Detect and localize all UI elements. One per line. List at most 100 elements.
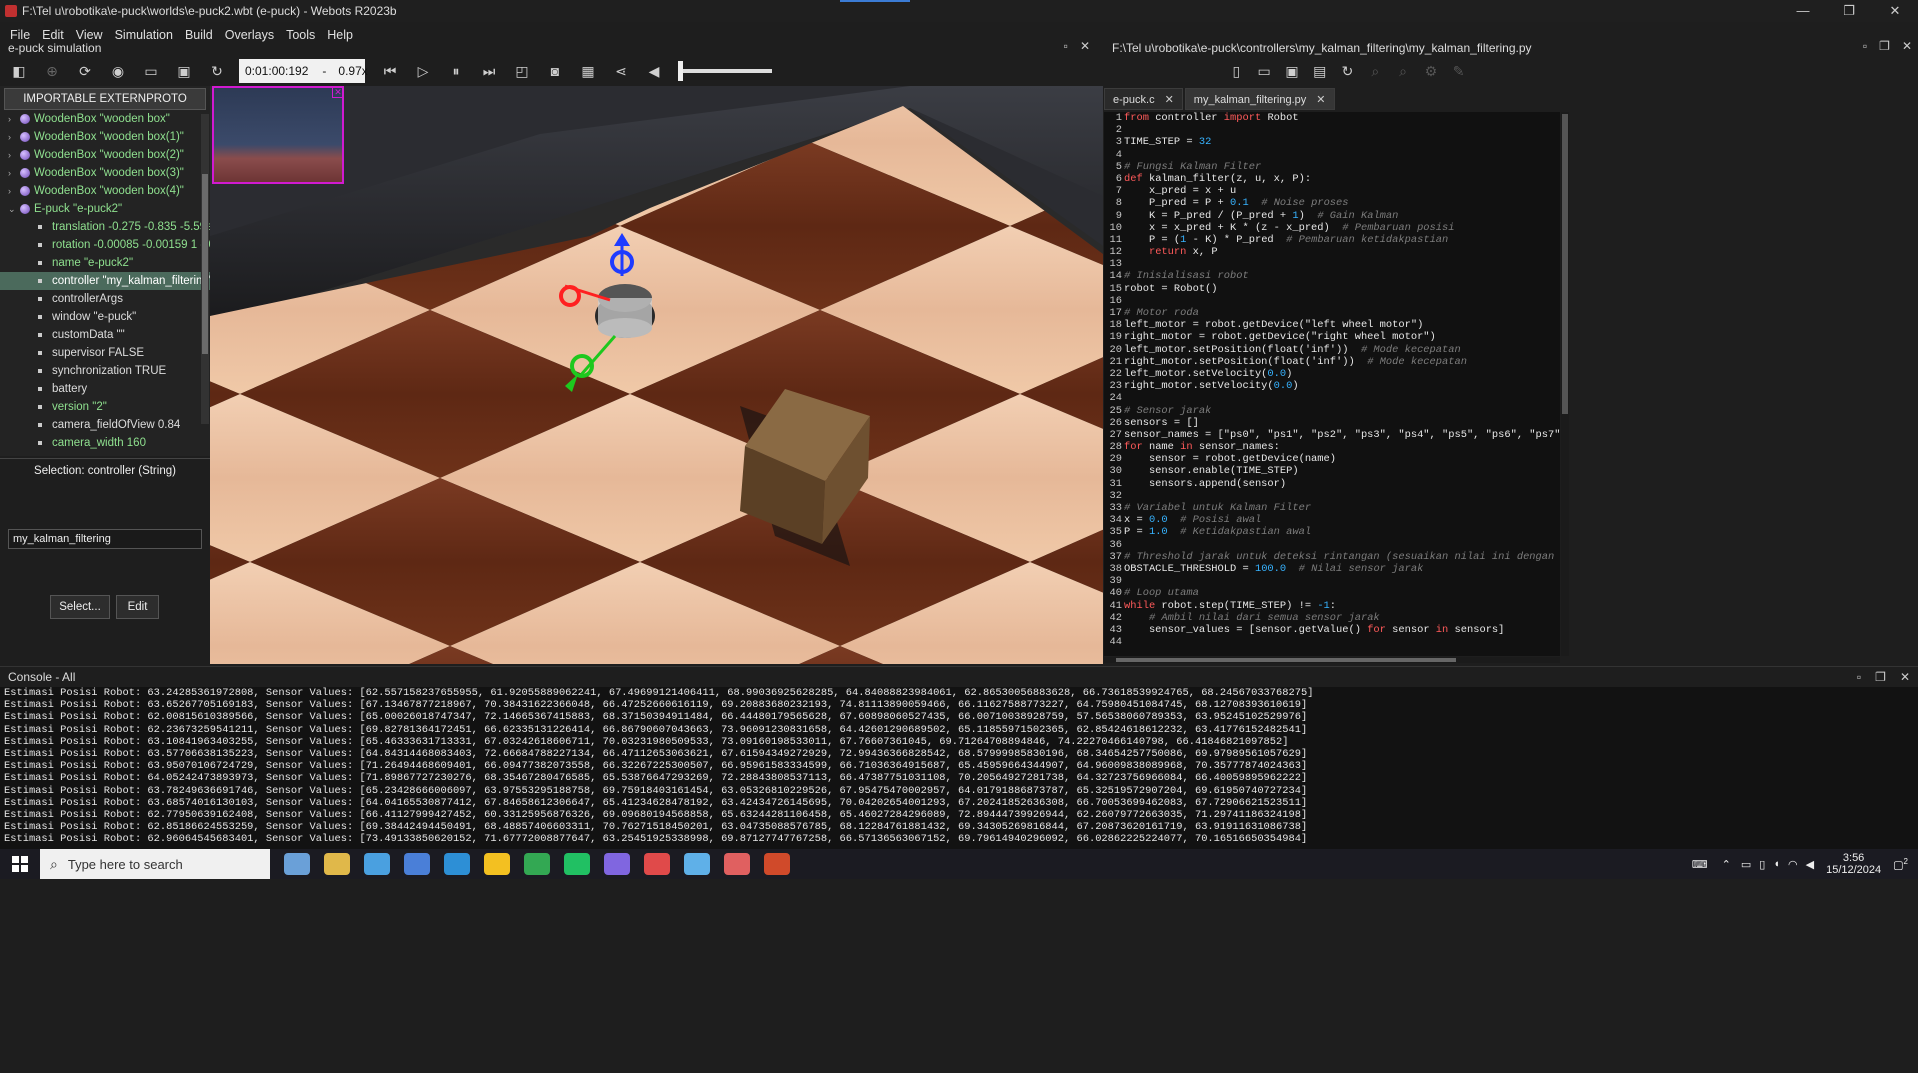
reset-simulation-icon[interactable]: ⏮ [379,60,401,82]
code-vertical-scrollbar[interactable] [1561,112,1569,656]
camera-overlay[interactable]: ✕ [212,86,344,184]
field-value-input[interactable]: my_kalman_filtering [8,529,202,549]
minimize-button[interactable]: — [1780,0,1826,22]
open-file-icon[interactable]: ▭ [1256,60,1273,82]
collapsed-arrow-icon[interactable]: › [8,128,11,146]
scene-tree-field[interactable]: controller "my_kalman_filtering" [0,272,210,290]
keyboard-icon[interactable]: ⌨ [1692,858,1708,871]
add-node-icon[interactable]: ⊕ [41,60,63,82]
scene-tree-field[interactable]: controllerArgs [0,290,210,308]
close-button[interactable]: ✕ [1872,0,1918,22]
taskbar-app-icon[interactable] [724,853,750,875]
scene-tree-field[interactable]: name "e-puck2" [0,254,210,272]
screenshot-icon[interactable]: ◙ [544,60,566,82]
taskbar-app-icon[interactable] [684,853,710,875]
clock[interactable]: 3:56 15/12/2024 [1826,852,1881,876]
scene-tree-field[interactable]: window "e-puck" [0,308,210,326]
volume-icon[interactable]: ◀ [1806,858,1814,871]
scene-tree-field[interactable]: translation -0.275 -0.835 -5.59e-05 [0,218,210,236]
code-vertical-scroll-thumb[interactable] [1562,114,1568,414]
scene-tree-field[interactable]: camera_width 160 [0,434,210,452]
code-editor[interactable]: 1 from controller import Robot 2 3 TIME_STEP… [1104,112,1560,656]
scene-tree-field[interactable]: synchronization TRUE [0,362,210,380]
revert-icon[interactable]: ↻ [1339,60,1356,82]
replace-icon[interactable]: ⌕ [1395,60,1412,82]
close-panel-icon[interactable]: ✕ [1080,39,1090,53]
render-toggle-icon[interactable]: ◰ [511,60,533,82]
scene-tree-header[interactable]: IMPORTABLE EXTERNPROTO [4,88,206,110]
collapsed-arrow-icon[interactable]: › [8,164,11,182]
console-maximize-icon[interactable]: ❐ [1875,667,1886,687]
network-icon[interactable]: ▭ [1741,858,1751,871]
scene-tree-field[interactable]: battery [0,380,210,398]
editor-float-icon[interactable]: ▫ [1863,39,1867,53]
record-movie-icon[interactable]: ▦ [577,60,599,82]
start-button[interactable] [0,849,40,879]
open-world-icon[interactable]: ▭ [140,60,162,82]
volume-slider[interactable] [678,61,772,81]
reload-node-icon[interactable]: ⟳ [74,60,96,82]
expanded-arrow-icon[interactable]: ⌄ [8,200,16,218]
collapsed-arrow-icon[interactable]: › [8,110,11,128]
reload-world-icon[interactable]: ↻ [206,60,228,82]
console-close-icon[interactable]: ✕ [1900,667,1910,687]
scene-tree-node[interactable]: › WoodenBox "wooden box" [0,110,210,128]
scene-tree-node[interactable]: › WoodenBox "wooden box(3)" [0,164,210,182]
taskbar-search[interactable]: ⌕ Type here to search [40,849,270,879]
find-icon[interactable]: ⌕ [1367,60,1384,82]
collapsed-arrow-icon[interactable]: › [8,146,11,164]
mute-icon[interactable]: ◀ [643,60,665,82]
taskbar-app-icon[interactable] [564,853,590,875]
clean-icon[interactable]: ✎ [1450,60,1467,82]
view-eye-icon[interactable]: ◉ [107,60,129,82]
fast-forward-icon[interactable]: ⏭ [478,60,500,82]
code-horizontal-scroll-thumb[interactable] [1116,658,1456,662]
scene-tree-node[interactable]: › WoodenBox "wooden box(1)" [0,128,210,146]
console-output[interactable]: Estimasi Posisi Robot: 63.24285361972808… [0,687,1918,845]
new-file-icon[interactable]: ▯ [1228,60,1245,82]
volume-slider-knob[interactable] [678,61,683,81]
collapsed-arrow-icon[interactable]: › [8,182,11,200]
editor-close-icon[interactable]: ✕ [1902,39,1912,53]
scene-tree-node[interactable]: ⌄ E-puck "e-puck2" [0,200,210,218]
taskbar-app-icon[interactable] [644,853,670,875]
scene-tree-field[interactable]: customData "" [0,326,210,344]
scene-tree-field[interactable]: supervisor FALSE [0,344,210,362]
wifi-icon[interactable]: ◠ [1788,858,1798,871]
tab-close-icon[interactable]: ✕ [1316,94,1325,106]
scene-tree-node[interactable]: › WoodenBox "wooden box(4)" [0,182,210,200]
select-button[interactable]: Select... [50,595,110,619]
tab-e-puck-c[interactable]: e-puck.c ✕ [1104,88,1183,110]
notification-icon[interactable]: ▢2 [1893,857,1908,872]
build-icon[interactable]: ⚙ [1422,60,1439,82]
e-puck-robot[interactable] [595,284,655,338]
scene-tree-node[interactable]: › WoodenBox "wooden box(2)" [0,146,210,164]
scene-tree-field[interactable]: rotation -0.00085 -0.00159 1 -0.984 [0,236,210,254]
save-all-icon[interactable]: ▤ [1311,60,1328,82]
console-float-icon[interactable]: ▫ [1857,667,1861,687]
taskbar-app-icon[interactable] [524,853,550,875]
code-horizontal-scrollbar[interactable] [1104,657,1560,663]
save-file-icon[interactable]: ▣ [1284,60,1301,82]
battery-icon[interactable]: ▯ [1759,858,1765,871]
edit-button[interactable]: Edit [116,595,159,619]
taskbar-app-icon[interactable] [404,853,430,875]
taskbar-app-icon[interactable] [484,853,510,875]
save-world-icon[interactable]: ▣ [173,60,195,82]
camera-overlay-close-icon[interactable]: ✕ [332,86,344,98]
step-icon[interactable]: ▷ [412,60,434,82]
toggle-scene-tree-icon[interactable]: ◧ [8,60,30,82]
scene-tree-scrollbar[interactable] [201,114,209,424]
taskbar-app-icon[interactable] [284,853,310,875]
maximize-button[interactable]: ❐ [1826,0,1872,22]
taskbar-app-icon[interactable] [764,853,790,875]
tab-close-icon[interactable]: ✕ [1165,94,1174,106]
taskbar-app-icon[interactable] [324,853,350,875]
tab-my-kalman-filtering-py[interactable]: my_kalman_filtering.py ✕ [1184,88,1335,110]
pause-icon[interactable]: ⏸ [445,60,467,82]
tray-chevron-icon[interactable]: ⌃ [1722,858,1731,871]
share-icon[interactable]: ⋖ [610,60,632,82]
float-panel-icon[interactable]: ▫ [1064,39,1068,53]
scene-tree-field[interactable]: camera_fieldOfView 0.84 [0,416,210,434]
taskbar-app-icon[interactable] [364,853,390,875]
